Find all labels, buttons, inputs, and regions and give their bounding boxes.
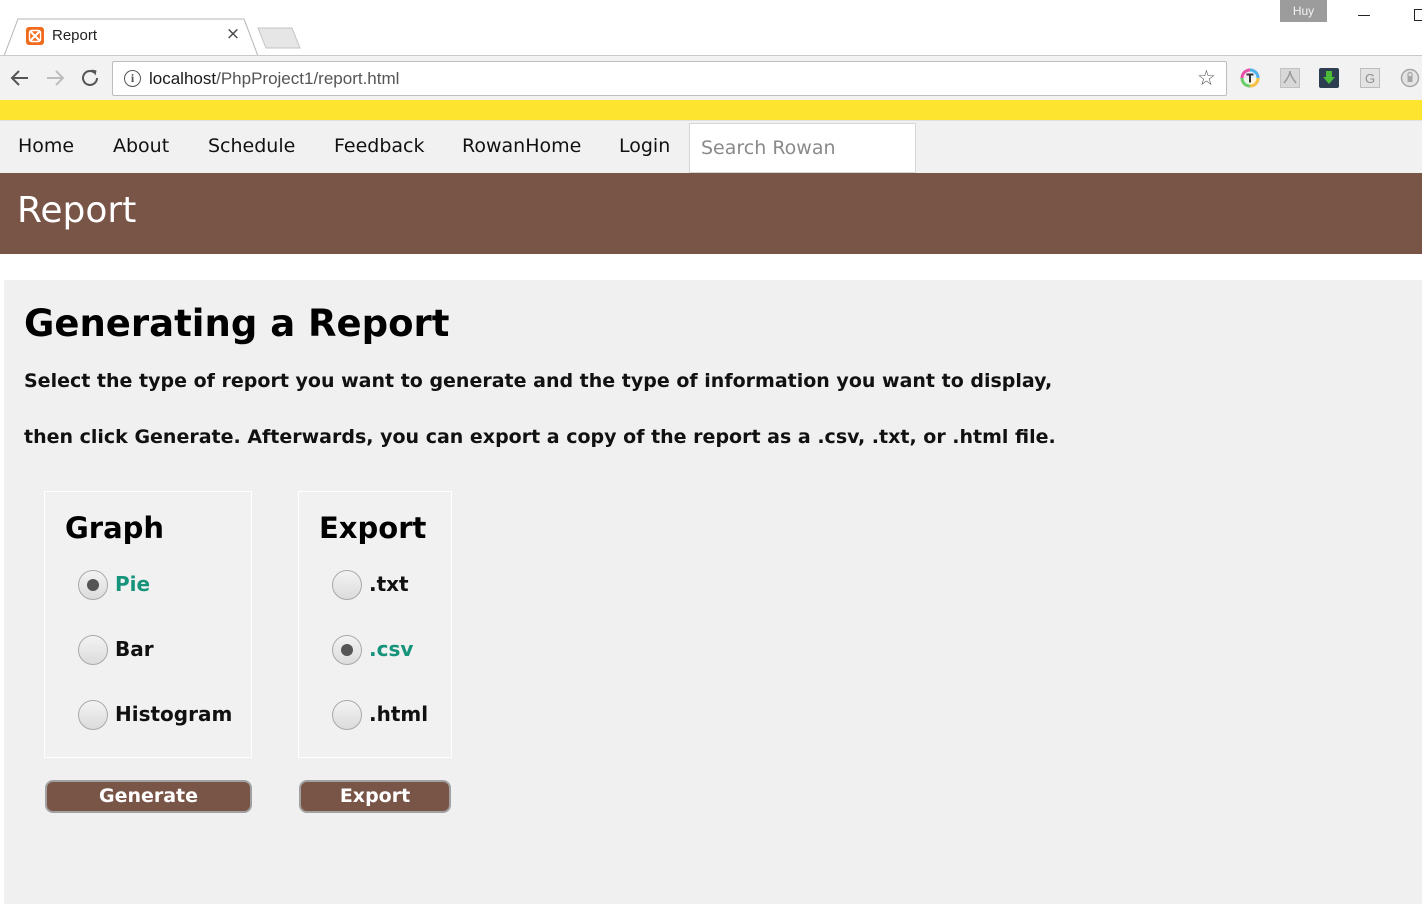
page-header-banner: Report (0, 173, 1422, 254)
new-tab-button[interactable] (256, 27, 302, 49)
back-arrow-icon[interactable] (8, 66, 32, 90)
site-info-icon[interactable]: i (124, 70, 141, 87)
browser-toolbar: i localhost/PhpProject1/report.html ☆ G (0, 55, 1422, 100)
color-t-extension-icon[interactable] (1240, 68, 1260, 88)
minimize-icon[interactable] (1358, 10, 1371, 18)
tab-close-icon[interactable]: × (224, 25, 242, 43)
reload-icon[interactable] (78, 66, 102, 90)
export-panel: Export .txt .csv .html (298, 491, 452, 758)
site-navbar: Home About Schedule Feedback RowanHome L… (0, 120, 1422, 173)
lock-extension-icon[interactable] (1400, 68, 1420, 88)
pie-radio[interactable] (78, 570, 108, 600)
maximize-icon[interactable] (1414, 9, 1422, 21)
html-radio[interactable] (332, 700, 362, 730)
page-title: Report (17, 190, 137, 231)
forward-arrow-icon[interactable] (43, 66, 67, 90)
graph-panel: Graph Pie Bar Histogram (44, 491, 252, 758)
notification-bar (0, 100, 1422, 120)
csv-label[interactable]: .csv (369, 637, 413, 661)
histogram-label[interactable]: Histogram (115, 702, 232, 726)
export-panel-title: Export (319, 511, 427, 545)
address-bar[interactable]: i localhost/PhpProject1/report.html ☆ (112, 61, 1227, 96)
url-text: localhost/PhpProject1/report.html (149, 69, 399, 89)
generate-button[interactable]: Generate (45, 780, 252, 813)
url-path: /PhpProject1/report.html (216, 69, 400, 88)
instruction-line-1: Select the type of report you want to ge… (24, 370, 1053, 392)
graph-panel-title: Graph (65, 511, 165, 545)
tab-title: Report (52, 27, 98, 44)
export-button[interactable]: Export (299, 780, 451, 813)
bookmark-star-icon[interactable]: ☆ (1197, 66, 1216, 90)
download-extension-icon[interactable] (1319, 68, 1339, 88)
txt-radio[interactable] (332, 570, 362, 600)
search-input[interactable] (690, 124, 915, 172)
histogram-radio[interactable] (78, 700, 108, 730)
browser-tabstrip: Report × Huy (0, 0, 1422, 56)
nav-rowanhome-link[interactable]: RowanHome (462, 135, 581, 157)
pdf-extension-icon[interactable] (1280, 68, 1300, 88)
nav-feedback-link[interactable]: Feedback (334, 135, 424, 157)
txt-label[interactable]: .txt (369, 572, 409, 596)
main-content: Generating a Report Select the type of r… (4, 280, 1422, 904)
bar-radio[interactable] (78, 635, 108, 665)
bar-label[interactable]: Bar (115, 637, 154, 661)
browser-tab-report[interactable]: Report × (4, 18, 258, 56)
xampp-favicon-icon (26, 27, 44, 45)
nav-home-link[interactable]: Home (18, 135, 74, 157)
g-extension-letter: G (1365, 71, 1375, 86)
nav-login-link[interactable]: Login (619, 135, 670, 157)
url-host: localhost (149, 69, 217, 88)
g-extension-icon[interactable]: G (1360, 68, 1380, 88)
instruction-line-2: then click Generate. Afterwards, you can… (24, 426, 1056, 448)
nav-about-link[interactable]: About (113, 135, 169, 157)
section-heading: Generating a Report (24, 302, 450, 345)
search-box (689, 123, 916, 173)
html-label[interactable]: .html (369, 702, 428, 726)
csv-radio[interactable] (332, 635, 362, 665)
nav-schedule-link[interactable]: Schedule (208, 135, 295, 157)
pie-label[interactable]: Pie (115, 572, 150, 596)
profile-badge[interactable]: Huy (1280, 0, 1327, 22)
